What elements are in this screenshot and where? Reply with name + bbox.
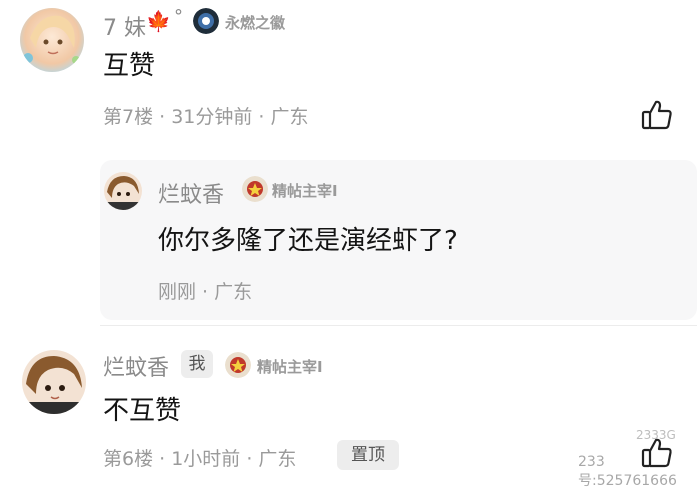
- divider: [100, 325, 697, 326]
- reply-content: 你尔多隆了还是演经虾了?: [158, 226, 458, 256]
- watermark-id: 233号:525761666: [578, 454, 677, 489]
- username[interactable]: 烂蚊香: [158, 177, 224, 209]
- badge-label: 精帖主宰I: [257, 358, 323, 376]
- medal-icon[interactable]: [225, 352, 251, 378]
- comment-meta: 第6楼 · 1小时前 · 广东: [103, 448, 297, 470]
- pinned-tag: 置顶: [337, 440, 399, 470]
- badge-label: 精帖主宰I: [272, 182, 338, 200]
- comment-6: 烂蚊香 我 精帖主宰I 不互赞 第6楼 · 1小时前 · 广东 置顶 2333G…: [0, 330, 697, 489]
- watermark-logo: 2333G: [636, 428, 676, 442]
- degree-symbol: °: [174, 6, 183, 27]
- avatar[interactable]: [104, 172, 142, 210]
- maple-leaf-icon: 🍁: [146, 9, 171, 33]
- medal-icon[interactable]: [193, 8, 219, 34]
- thumbs-up-icon[interactable]: [640, 98, 674, 132]
- medal-icon[interactable]: [242, 176, 268, 202]
- comment-meta: 第7楼 · 31分钟前 · 广东: [103, 106, 309, 128]
- reply-meta: 刚刚 · 广东: [158, 281, 253, 303]
- avatar[interactable]: [20, 8, 84, 72]
- badge-label: 永燃之徽: [225, 14, 286, 32]
- me-tag: 我: [181, 350, 213, 378]
- avatar[interactable]: [22, 350, 86, 414]
- comment-7: 7 妹 🍁 ° 永燃之徽 互赞 第7楼 · 31分钟前 · 广东: [0, 0, 697, 160]
- username[interactable]: 烂蚊香: [103, 350, 169, 382]
- comment-content: 不互赞: [103, 396, 182, 426]
- username[interactable]: 7 妹: [103, 10, 146, 42]
- reply-panel: 烂蚊香 精帖主宰I 你尔多隆了还是演经虾了? 刚刚 · 广东: [100, 160, 697, 320]
- comment-content: 互赞: [103, 51, 156, 81]
